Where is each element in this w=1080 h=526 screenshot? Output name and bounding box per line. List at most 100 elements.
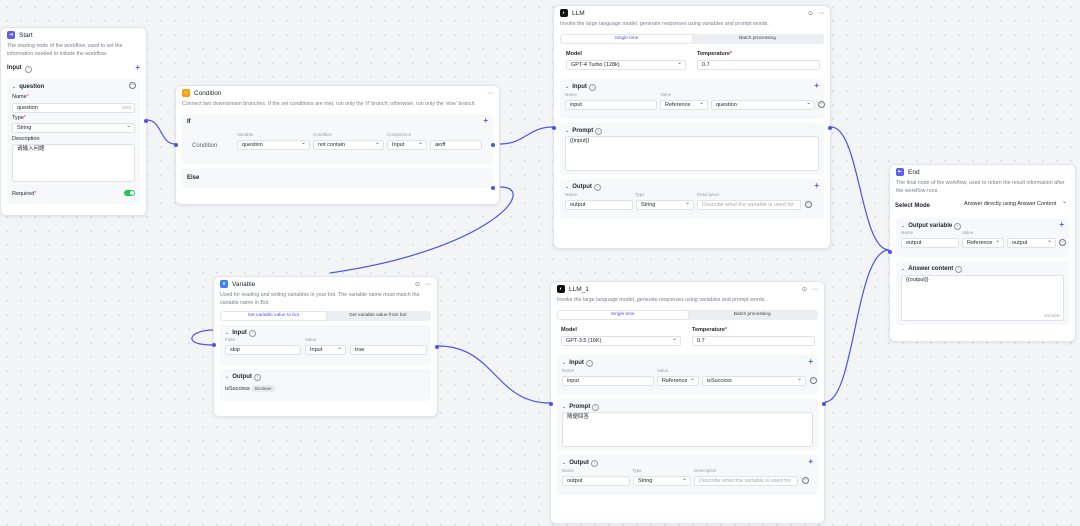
input-type-select[interactable]: Reference — [660, 100, 708, 110]
input-value-select[interactable]: isSuccess — [702, 376, 806, 386]
field-input[interactable]: skip — [225, 345, 301, 355]
start-node[interactable]: ⇥ Start The starting node of the workflo… — [0, 27, 148, 216]
input-label: Input — [569, 360, 584, 366]
select-mode-dropdown[interactable]: Answer directly using Answer Content — [960, 200, 1070, 210]
value-input[interactable]: true — [350, 345, 427, 355]
output-name-field[interactable]: output — [562, 476, 630, 486]
model-select[interactable]: GPT-3.5 (16K) — [561, 336, 681, 346]
name-input[interactable]: question 8/20 — [12, 103, 135, 113]
prompt-textarea[interactable]: {{input}} — [565, 136, 819, 171]
col-name: Name — [565, 92, 578, 97]
variable-name-field[interactable]: output — [901, 238, 959, 248]
output-desc-field[interactable]: Describe what the variable is used for — [694, 476, 798, 486]
remove-param-icon[interactable]: − — [129, 82, 136, 89]
output-desc-field[interactable]: Describe what the variable is used for — [697, 200, 801, 210]
condition-variable-select[interactable]: question — [237, 140, 310, 150]
prompt-textarea[interactable]: 随便回答 — [562, 412, 813, 447]
input-label: Input — [232, 330, 247, 336]
more-icon[interactable]: ⋯ — [487, 90, 493, 97]
comparison-type-select[interactable]: Input — [387, 140, 427, 150]
col-output-name: Name — [565, 192, 578, 197]
col-value: Value — [660, 92, 672, 97]
llm-1-node[interactable]: ◐ LLM_1 ⊙ ⋯ Invoke the large language mod… — [549, 281, 826, 524]
temperature-input[interactable]: 0.7 — [697, 60, 820, 70]
temperature-input[interactable]: 0.7 — [692, 336, 815, 346]
type-select[interactable]: String — [12, 123, 135, 133]
input-port[interactable] — [552, 126, 556, 130]
tab-batch-processing[interactable]: Batch processing — [692, 35, 823, 43]
prompt-label: Prompt — [572, 128, 594, 134]
input-port[interactable] — [174, 143, 178, 147]
output-type-select[interactable]: String — [636, 200, 694, 210]
condition-node[interactable]: ◇ Condition ⋯ Connect two downstream bra… — [174, 85, 500, 205]
tab-get-variable[interactable]: Get variable value from bot — [326, 312, 431, 320]
answer-content-textarea[interactable]: {{output}} Variable — [901, 275, 1064, 321]
tab-set-variable[interactable]: Set variable value to bot — [221, 312, 326, 320]
condition-operator-select[interactable]: not contain — [313, 140, 384, 150]
start-icon: ⇥ — [7, 31, 15, 39]
output-label: Output — [232, 374, 252, 380]
model-select[interactable]: GPT-4 Turbo (128k) — [566, 60, 686, 70]
llm-node[interactable]: ◐ LLM ⊙ ⋯ Invoke the large language model… — [552, 5, 832, 249]
input-value-select[interactable]: question — [711, 100, 815, 110]
tab-batch-processing[interactable]: Batch processing — [688, 311, 818, 319]
end-node[interactable]: ⇤ End The final node of the workflow, us… — [888, 164, 1076, 342]
param-title: question — [19, 84, 45, 90]
answer-content-label: Answer content — [908, 266, 954, 272]
more-icon[interactable]: ⋯ — [425, 281, 431, 288]
input-port[interactable] — [549, 402, 553, 406]
variable-type-select[interactable]: Reference — [962, 238, 1004, 248]
value-type-select[interactable]: Input — [305, 345, 346, 355]
remove-output-icon[interactable]: − — [805, 201, 812, 208]
add-condition-button[interactable]: + — [483, 116, 488, 125]
add-output-button[interactable]: + — [808, 457, 813, 466]
output-name-field[interactable]: output — [565, 200, 633, 210]
input-type-select[interactable]: Reference — [657, 376, 699, 386]
add-output-button[interactable]: + — [814, 181, 819, 190]
remove-variable-icon[interactable]: − — [1059, 239, 1066, 246]
tab-single-time[interactable]: Single time — [561, 35, 692, 43]
output-port[interactable] — [435, 345, 439, 349]
output-port[interactable] — [144, 119, 148, 123]
input-port[interactable] — [212, 343, 216, 347]
output-variable-label: Output variable — [908, 223, 953, 229]
end-icon: ⇤ — [896, 168, 904, 176]
col-value: Value — [657, 368, 669, 373]
output-type-select[interactable]: String — [633, 476, 691, 486]
add-input-button[interactable]: + — [808, 357, 813, 366]
input-port[interactable] — [888, 250, 892, 254]
chevron-down-icon[interactable]: ⌄ — [12, 84, 16, 90]
condition-icon: ◇ — [182, 89, 190, 97]
variable-value-select[interactable]: output — [1007, 238, 1056, 248]
output-port[interactable] — [822, 402, 826, 406]
end-title: End — [908, 168, 920, 176]
add-input-button[interactable]: + — [814, 81, 819, 90]
run-icon[interactable]: ⊙ — [802, 286, 807, 293]
remove-input-icon[interactable]: − — [810, 377, 817, 384]
required-toggle[interactable] — [124, 190, 135, 196]
col-output-type: Type — [635, 192, 645, 197]
llm-icon: ◐ — [557, 285, 565, 293]
output-port[interactable] — [828, 126, 832, 130]
if-port[interactable] — [491, 143, 495, 147]
variable-node[interactable]: x Variable ⊙ ⋯ Used for reading and writi… — [212, 276, 439, 417]
remove-input-icon[interactable]: − — [818, 101, 825, 108]
else-port[interactable] — [491, 186, 495, 190]
input-label: Input — [572, 84, 587, 90]
input-name-field[interactable]: input — [562, 376, 654, 386]
temperature-label: Temperature — [692, 327, 725, 333]
comparison-value-input[interactable]: aioff — [430, 140, 482, 150]
remove-output-icon[interactable]: − — [802, 477, 809, 484]
condition-title: Condition — [194, 89, 222, 97]
more-icon[interactable]: ⋯ — [818, 10, 824, 17]
input-name-field[interactable]: input — [565, 100, 657, 110]
add-output-variable-button[interactable]: + — [1059, 220, 1064, 229]
tab-single-time[interactable]: Single time — [558, 311, 688, 319]
more-icon[interactable]: ⋯ — [812, 286, 818, 293]
run-icon[interactable]: ⊙ — [415, 281, 420, 288]
run-icon[interactable]: ⊙ — [808, 10, 813, 17]
select-mode-label: Select Mode — [895, 203, 931, 209]
description-textarea[interactable]: 请输入问题 — [12, 144, 135, 182]
col-name: Name — [562, 368, 575, 373]
add-input-button[interactable]: + — [135, 63, 140, 72]
